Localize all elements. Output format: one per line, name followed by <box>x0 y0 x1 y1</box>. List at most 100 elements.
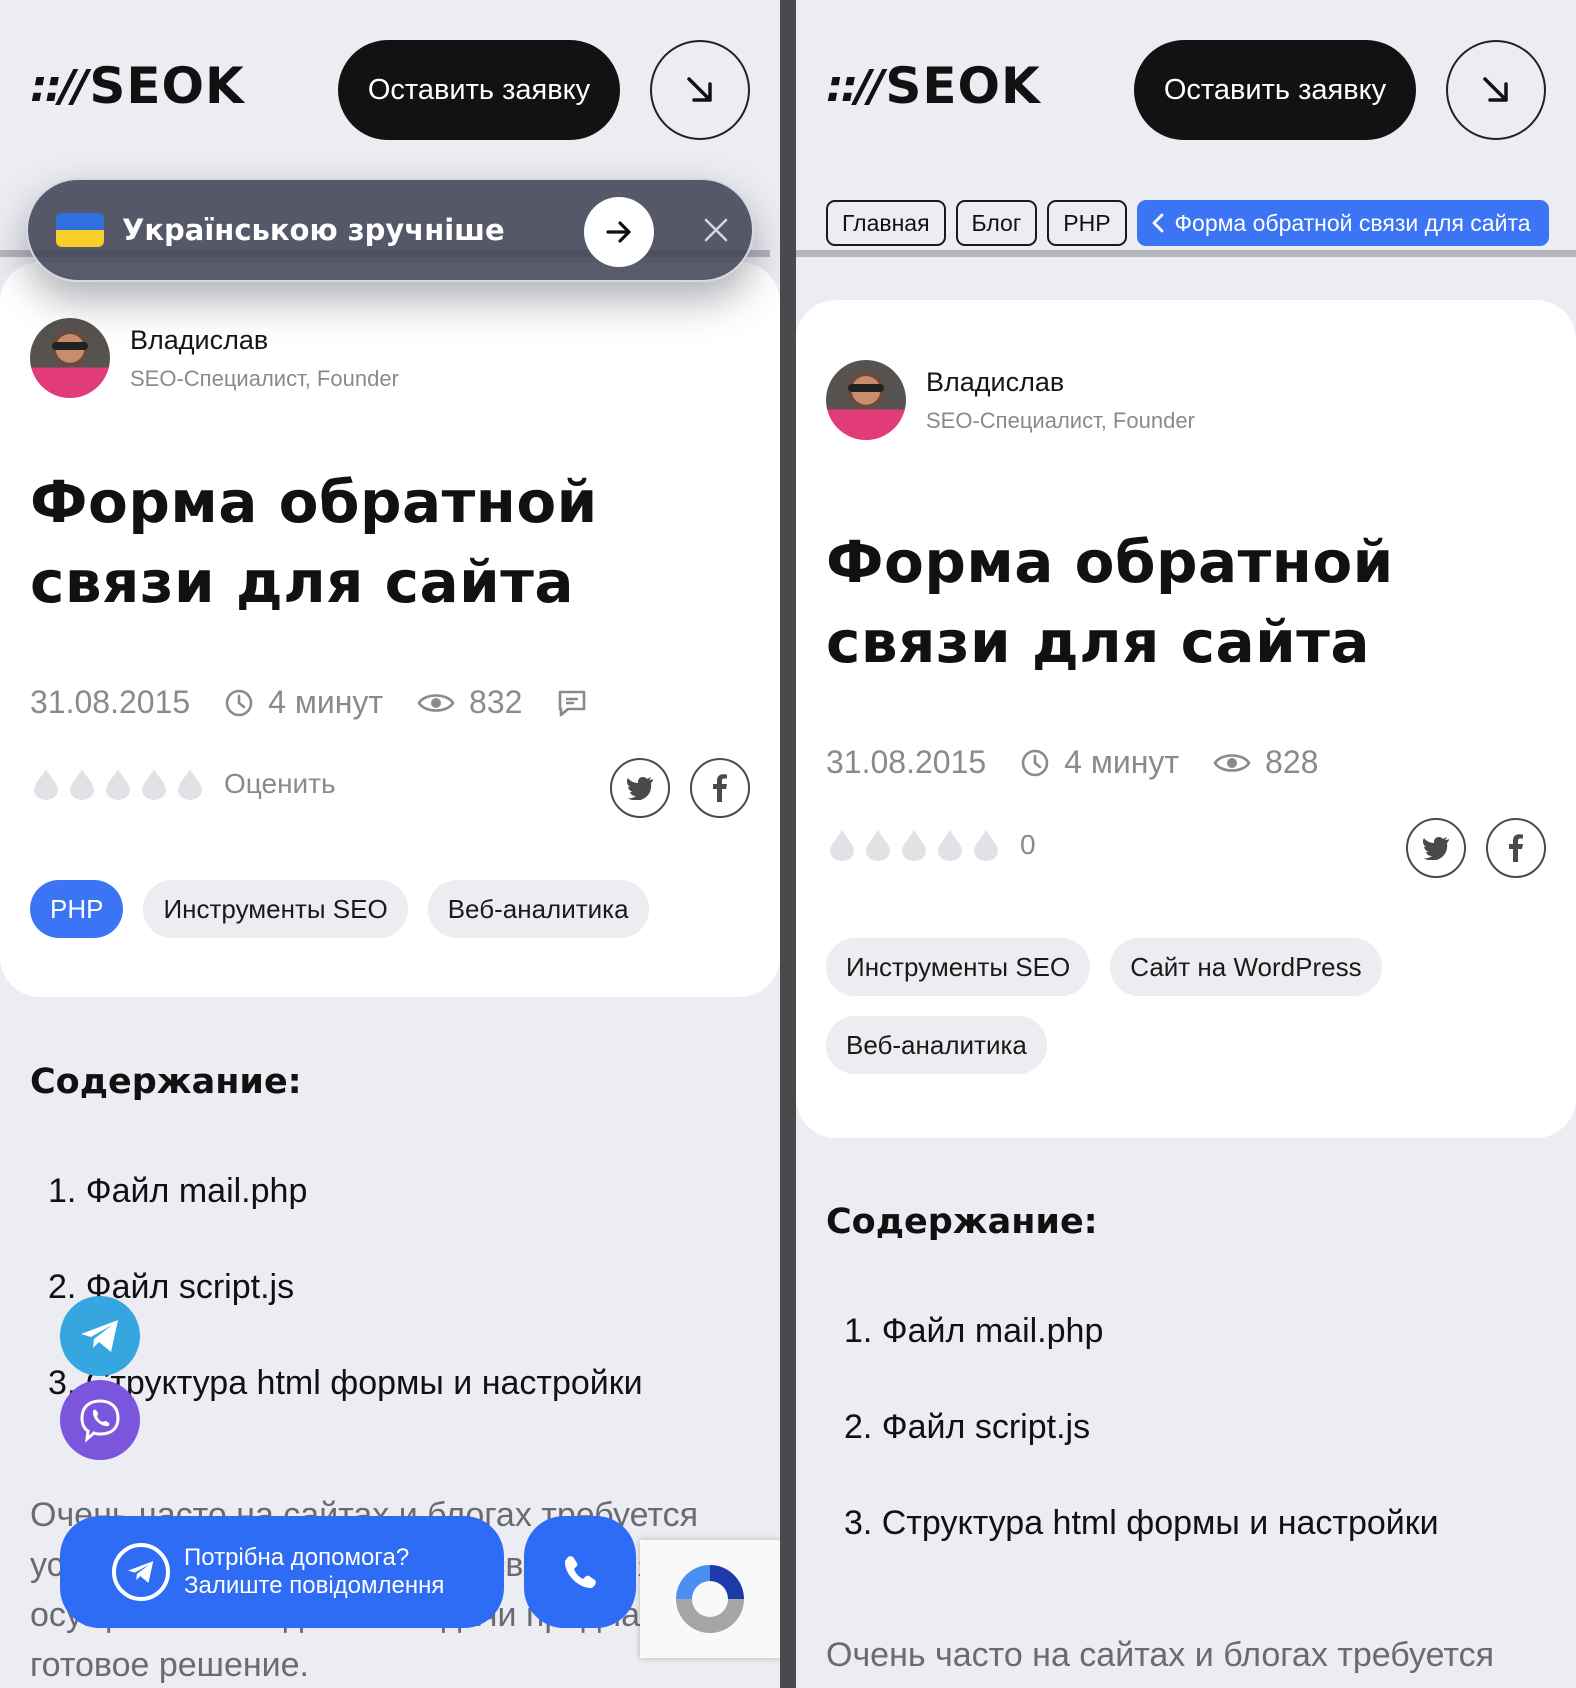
tag-chip[interactable]: Инструменты SEO <box>143 880 408 938</box>
telegram-icon <box>81 1320 118 1352</box>
read-time: 4 минут <box>268 684 384 720</box>
rating-drop-icon[interactable] <box>898 828 930 862</box>
author-role: SEO-Специалист, Founder <box>926 407 1195 433</box>
article-meta: 31.08.2015 4 минут 832 <box>30 684 622 721</box>
rating-drop-icon[interactable] <box>102 767 134 801</box>
close-banner-button[interactable] <box>696 210 736 250</box>
toc-item[interactable]: 1. Файл mail.php <box>48 1172 643 1268</box>
breadcrumb-current[interactable]: Форма обратной связи для сайта <box>1136 200 1549 246</box>
twitter-share-button[interactable] <box>610 758 670 818</box>
logo[interactable]: ::// SEOK <box>30 57 245 115</box>
rate-label[interactable]: Оценить <box>224 768 336 800</box>
language-banner-text: Українською зручніше <box>122 213 505 247</box>
article-meta: 31.08.2015 4 минут 828 <box>826 744 1352 781</box>
article-intro: Очень часто на сайтах и блогах требуется <box>826 1636 1495 1674</box>
breadcrumb-item[interactable]: Блог <box>955 200 1038 246</box>
phone-icon <box>564 1556 596 1589</box>
rating-drop-icon[interactable] <box>66 767 98 801</box>
breadcrumb-divider <box>796 250 1576 257</box>
comment-icon <box>559 690 586 716</box>
title-line-1: Форма обратной <box>826 528 1394 596</box>
publish-date: 31.08.2015 <box>826 744 987 780</box>
viber-icon <box>80 1399 120 1443</box>
telegram-button[interactable] <box>60 1296 140 1376</box>
arrow-right-icon <box>606 221 631 243</box>
logo[interactable]: ::// SEOK <box>826 57 1041 115</box>
toc-item[interactable]: 3. Структура html формы и настройки <box>844 1504 1439 1600</box>
title-line-2: связи для сайта <box>30 548 575 616</box>
language-banner[interactable]: Українською зручніше <box>26 178 754 282</box>
rating-widget[interactable]: Оценить <box>30 767 336 801</box>
switch-language-button[interactable] <box>584 197 654 267</box>
help-line-1: Потрібна допомога? <box>184 1544 410 1571</box>
facebook-icon <box>1509 834 1523 862</box>
share-buttons <box>610 758 750 818</box>
rating-drop-icon[interactable] <box>862 828 894 862</box>
order-button[interactable]: Оставить заявку <box>338 40 620 140</box>
eye-icon <box>1213 753 1251 772</box>
breadcrumb-item[interactable]: PHP <box>1047 200 1127 246</box>
author-block: Владислав SEO-Специалист, Founder <box>826 360 1195 440</box>
toc-title: Содержание: <box>30 1062 302 1102</box>
toc-item[interactable]: 1. Файл mail.php <box>844 1312 1439 1408</box>
call-button[interactable] <box>524 1516 636 1628</box>
share-buttons <box>1406 818 1546 878</box>
logo-word: SEOK <box>885 57 1041 115</box>
rating-widget[interactable]: 0 <box>826 828 1036 862</box>
logo-mark: ::// <box>826 60 884 112</box>
toc-item[interactable]: 2. Файл script.js <box>844 1408 1439 1504</box>
logo-word: SEOK <box>89 57 245 115</box>
screen-divider <box>780 0 796 1688</box>
rating-drop-icon[interactable] <box>174 767 206 801</box>
table-of-contents: 1. Файл mail.php 2. Файл script.js 3. Ст… <box>844 1312 1439 1600</box>
order-button[interactable]: Оставить заявку <box>1134 40 1416 140</box>
menu-arrow-button[interactable] <box>1446 40 1546 140</box>
facebook-share-button[interactable] <box>690 758 750 818</box>
view-count: 828 <box>1265 744 1319 780</box>
close-icon <box>704 218 728 242</box>
viber-button[interactable] <box>60 1380 140 1460</box>
rating-drop-icon[interactable] <box>30 767 62 801</box>
facebook-share-button[interactable] <box>1486 818 1546 878</box>
tag-chip[interactable]: Веб-аналитика <box>826 1016 1047 1074</box>
article-card: Владислав SEO-Специалист, Founder Форма … <box>0 262 780 997</box>
avatar <box>30 318 110 398</box>
menu-arrow-button[interactable] <box>650 40 750 140</box>
tag-list: Инструменты SEO Сайт на WordPress Веб-ан… <box>826 938 1546 1074</box>
toc-title: Содержание: <box>826 1202 1098 1242</box>
avatar <box>826 360 906 440</box>
arrow-down-right-icon <box>1483 77 1508 102</box>
breadcrumb-item[interactable]: Главная <box>826 200 946 246</box>
left-screen: ::// SEOK Оставить заявку Владислав SEO-… <box>0 0 780 1688</box>
telegram-icon <box>112 1543 170 1601</box>
title-line-2: связи для сайта <box>826 608 1371 676</box>
twitter-share-button[interactable] <box>1406 818 1466 878</box>
logo-mark: ::// <box>30 60 88 112</box>
rating-value: 0 <box>1020 829 1036 860</box>
author-name: Владислав <box>926 366 1065 397</box>
tag-chip[interactable]: Веб-аналитика <box>427 880 649 938</box>
breadcrumb: Главная Блог PHP Форма обратной связи дл… <box>826 200 1549 246</box>
view-count: 832 <box>469 684 523 720</box>
tag-chip[interactable]: PHP <box>30 880 124 938</box>
rating-drop-icon[interactable] <box>826 828 858 862</box>
right-screen: ::// SEOK Оставить заявку Главная Блог P… <box>796 0 1576 1688</box>
recaptcha-icon <box>676 1565 744 1633</box>
recaptcha-badge[interactable] <box>640 1540 780 1658</box>
arrow-down-right-icon <box>687 77 712 102</box>
breadcrumb-current-label: Форма обратной связи для сайта <box>1174 209 1531 236</box>
tag-chip[interactable]: Сайт на WordPress <box>1110 938 1382 996</box>
rating-drop-icon[interactable] <box>138 767 170 801</box>
publish-date: 31.08.2015 <box>30 684 191 720</box>
page-title: Форма обратной связи для сайта <box>826 522 1394 682</box>
tag-chip[interactable]: Инструменты SEO <box>826 938 1091 996</box>
author-name: Владислав <box>130 324 269 355</box>
rating-drop-icon[interactable] <box>970 828 1002 862</box>
author-role: SEO-Специалист, Founder <box>130 365 399 391</box>
title-line-1: Форма обратной <box>30 468 598 536</box>
help-widget[interactable]: Потрібна допомога? Залиште повідомлення <box>60 1516 504 1628</box>
clock-icon <box>225 689 253 716</box>
rating-drop-icon[interactable] <box>934 828 966 862</box>
author-block: Владислав SEO-Специалист, Founder <box>30 318 399 398</box>
twitter-icon <box>626 776 653 800</box>
